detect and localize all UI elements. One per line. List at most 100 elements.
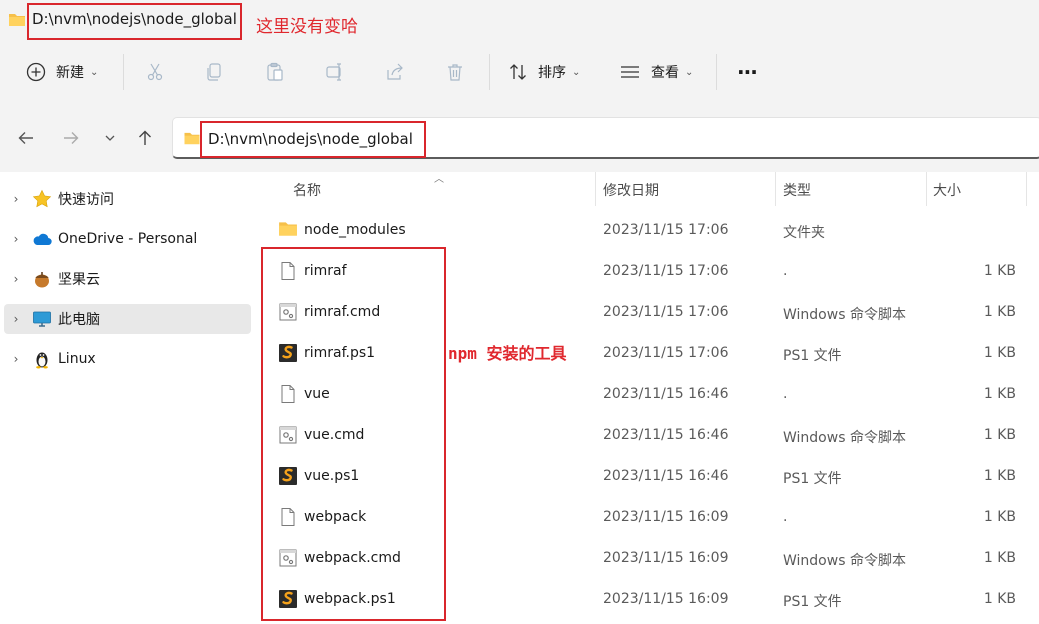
- file-type: .: [783, 386, 788, 402]
- file-modified-date: 2023/11/15 16:46: [603, 427, 729, 443]
- view-label: 查看: [651, 65, 679, 81]
- file-type: PS1 文件: [783, 471, 842, 487]
- chevron-right-icon[interactable]: ›: [6, 192, 26, 206]
- title-highlight-box: [27, 3, 242, 40]
- chevron-down-icon: ⌄: [572, 66, 581, 78]
- forward-arrow-icon[interactable]: [57, 124, 85, 152]
- file-type: PS1 文件: [783, 348, 842, 364]
- file-type: PS1 文件: [783, 594, 842, 610]
- file-size: 1 KB: [983, 386, 1016, 402]
- share-button[interactable]: [385, 44, 405, 100]
- sidebar-item-label: 此电脑: [58, 312, 100, 328]
- chevron-right-icon[interactable]: ›: [6, 352, 26, 366]
- sidebar-item-nutstore[interactable]: › 坚果云: [4, 264, 251, 294]
- cut-button[interactable]: [145, 44, 165, 100]
- file-modified-date: 2023/11/15 17:06: [603, 345, 729, 361]
- sidebar-item-onedrive[interactable]: › OneDrive - Personal: [4, 224, 251, 254]
- sidebar-item-label: 坚果云: [58, 272, 100, 288]
- file-size: 1 KB: [983, 509, 1016, 525]
- file-modified-date: 2023/11/15 17:06: [603, 222, 729, 238]
- rename-icon: [325, 62, 345, 82]
- file-modified-date: 2023/11/15 17:06: [603, 304, 729, 320]
- file-type: .: [783, 509, 788, 525]
- share-icon: [385, 62, 405, 82]
- up-arrow-icon[interactable]: [131, 124, 159, 152]
- file-size: 1 KB: [983, 550, 1016, 566]
- more-options-button[interactable]: ···: [737, 44, 758, 100]
- file-modified-date: 2023/11/15 16:46: [603, 386, 729, 402]
- toolbar-divider: [716, 54, 717, 90]
- delete-button[interactable]: [445, 44, 465, 100]
- view-button[interactable]: 查看 ⌄: [620, 44, 693, 100]
- file-size: 1 KB: [983, 345, 1016, 361]
- file-type: .: [783, 263, 788, 279]
- folder-icon: [8, 12, 26, 32]
- chevron-right-icon[interactable]: ›: [6, 312, 26, 326]
- list-view-icon: [620, 62, 640, 82]
- chevron-right-icon[interactable]: ›: [6, 232, 26, 246]
- file-modified-date: 2023/11/15 16:09: [603, 591, 729, 607]
- sidebar-item-label: OneDrive - Personal: [58, 231, 198, 247]
- file-size: 1 KB: [983, 263, 1016, 279]
- file-size: 1 KB: [983, 304, 1016, 320]
- computer-icon: [32, 309, 52, 329]
- file-type: 文件夹: [783, 225, 825, 241]
- command-bar: 新建 ⌄ 排序 ⌄ 查看 ⌄ ···: [0, 44, 1039, 106]
- sort-label: 排序: [538, 65, 566, 81]
- sidebar-item-quick-access[interactable]: › 快速访问: [4, 184, 251, 214]
- chevron-down-icon: ⌄: [685, 66, 694, 78]
- sidebar-item-linux[interactable]: › Linux: [4, 344, 251, 374]
- copy-icon: [205, 62, 225, 82]
- column-divider[interactable]: [595, 172, 596, 206]
- recent-locations-chevron-icon[interactable]: [96, 124, 124, 152]
- folder-icon: [183, 131, 201, 150]
- column-header-name[interactable]: 名称: [293, 180, 321, 200]
- star-icon: [32, 189, 52, 209]
- linux-penguin-icon: [32, 349, 52, 369]
- chevron-down-icon: ⌄: [90, 66, 99, 78]
- chevron-right-icon[interactable]: ›: [6, 272, 26, 286]
- column-divider[interactable]: [1026, 172, 1027, 206]
- column-header-size[interactable]: 大小: [933, 180, 961, 200]
- file-name: node_modules: [304, 222, 406, 238]
- navigation-row: D:\nvm\nodejs\node_global: [0, 106, 1039, 172]
- new-label: 新建: [56, 65, 84, 81]
- file-modified-date: 2023/11/15 17:06: [603, 263, 729, 279]
- toolbar-divider: [489, 54, 490, 90]
- column-divider[interactable]: [775, 172, 776, 206]
- trash-icon: [445, 62, 465, 82]
- sort-button[interactable]: 排序 ⌄: [508, 44, 580, 100]
- file-modified-date: 2023/11/15 16:09: [603, 509, 729, 525]
- npm-tools-annotation: npm 安装的工具: [448, 344, 567, 363]
- paste-button[interactable]: [265, 44, 285, 100]
- file-size: 1 KB: [983, 591, 1016, 607]
- copy-button[interactable]: [205, 44, 225, 100]
- column-header-date[interactable]: 修改日期: [603, 180, 659, 200]
- onedrive-cloud-icon: [32, 229, 52, 249]
- file-modified-date: 2023/11/15 16:09: [603, 550, 729, 566]
- address-highlight-box: [200, 121, 426, 158]
- back-arrow-icon[interactable]: [12, 124, 40, 152]
- navigation-pane: › 快速访问 › OneDrive - Personal › 坚果云 › 此电脑…: [0, 172, 256, 624]
- nutstore-icon: [32, 269, 52, 289]
- file-size: 1 KB: [983, 468, 1016, 484]
- title-annotation: 这里没有变哈: [256, 17, 358, 37]
- sidebar-item-label: Linux: [58, 351, 96, 367]
- sidebar-item-label: 快速访问: [58, 192, 114, 208]
- npm-tools-highlight-box: [261, 247, 446, 621]
- file-modified-date: 2023/11/15 16:46: [603, 468, 729, 484]
- column-header-row: 名称 修改日期 类型 大小: [256, 172, 1039, 206]
- sidebar-item-this-pc[interactable]: › 此电脑: [4, 304, 251, 334]
- folder-icon: [278, 220, 298, 240]
- column-divider[interactable]: [926, 172, 927, 206]
- clipboard-icon: [265, 62, 285, 82]
- column-header-type[interactable]: 类型: [783, 180, 811, 200]
- sort-arrows-icon: [508, 62, 528, 82]
- file-row[interactable]: node_modules 2023/11/15 17:06 文件夹: [256, 211, 1039, 252]
- rename-button[interactable]: [325, 44, 345, 100]
- file-size: 1 KB: [983, 427, 1016, 443]
- scissors-icon: [145, 62, 165, 82]
- file-type: Windows 命令脚本: [783, 307, 906, 323]
- file-type: Windows 命令脚本: [783, 430, 906, 446]
- new-button[interactable]: 新建 ⌄: [26, 44, 98, 100]
